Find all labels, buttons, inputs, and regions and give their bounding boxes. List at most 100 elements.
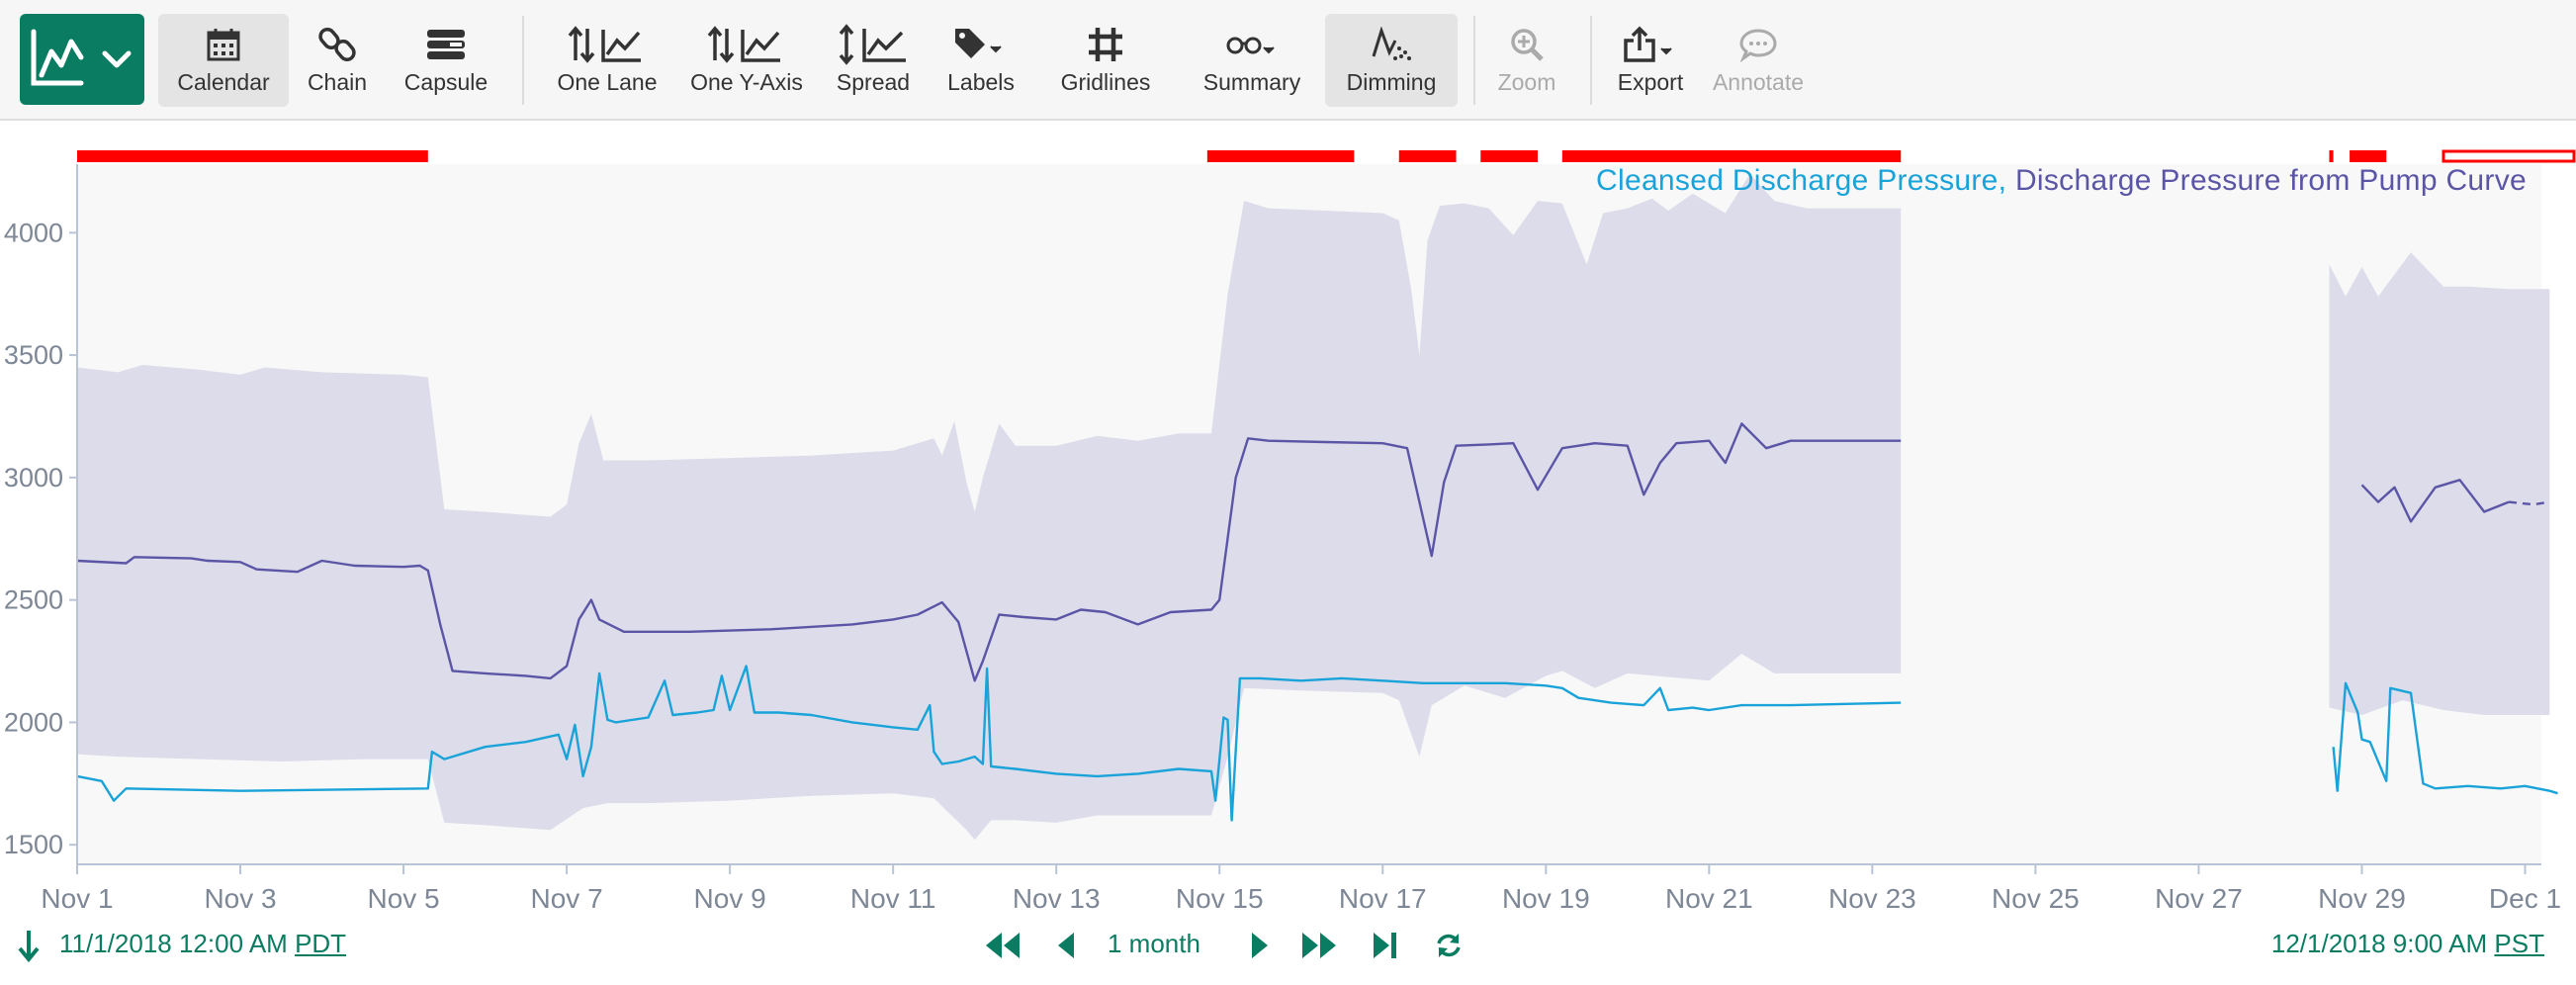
- annotate-icon: [1739, 29, 1777, 62]
- gridlines-label: Gridlines: [1060, 69, 1151, 95]
- export-label: Export: [1617, 69, 1684, 95]
- calendar-icon: [207, 29, 240, 61]
- capsule-marker: [1398, 150, 1457, 162]
- caret-down-icon: [990, 45, 1002, 53]
- labels-button[interactable]: Labels: [933, 0, 1028, 121]
- end-time-display: 12/1/2018 9:00 AM PST: [2271, 929, 2544, 959]
- spread-icon: [839, 24, 906, 65]
- double-arrow-left-icon: [986, 933, 1020, 958]
- x-tick-label: Nov 9: [694, 883, 766, 914]
- y-tick-label: 3000: [4, 463, 63, 492]
- chevron-down-icon: [102, 50, 132, 68]
- x-tick-label: Nov 1: [41, 883, 113, 914]
- pump-curve-range-band: [2329, 252, 2550, 715]
- one-y-axis-button[interactable]: One Y-Axis: [682, 0, 811, 121]
- dimming-label: Dimming: [1346, 69, 1437, 95]
- capsule-marker: [2329, 150, 2334, 162]
- capsule-button[interactable]: Capsule: [392, 0, 500, 121]
- end-timezone-link[interactable]: PST: [2494, 929, 2544, 958]
- start-time[interactable]: 11/1/2018 12:00 AM: [59, 929, 288, 958]
- capsule-marker: [1206, 150, 1355, 162]
- y-tick-label: 2500: [4, 585, 63, 615]
- jump-to-now-button[interactable]: [1369, 926, 1402, 965]
- capsule-icon: [427, 30, 465, 59]
- time-range-footer: 11/1/2018 12:00 AM PDT 1 month 12/1/2018…: [0, 914, 2576, 985]
- calendar-label: Calendar: [177, 69, 270, 95]
- toolbar-divider: [522, 16, 524, 105]
- summary-button[interactable]: Summary: [1191, 0, 1313, 121]
- end-time[interactable]: 12/1/2018 9:00 AM: [2271, 929, 2487, 958]
- zoom-label: Zoom: [1497, 69, 1556, 95]
- toolbar-divider: [1473, 16, 1475, 105]
- x-tick-label: Nov 7: [531, 883, 603, 914]
- start-time-display: 11/1/2018 12:00 AM PDT: [59, 929, 346, 959]
- legend-entry-cleansed: Cleansed Discharge Pressure: [1596, 164, 1999, 197]
- capsule-marker-open: [2442, 149, 2576, 163]
- arrow-left-icon: [1058, 933, 1074, 958]
- capsule-label: Capsule: [403, 69, 489, 95]
- labels-icon: [955, 29, 1002, 58]
- chart-legend: Cleansed Discharge Pressure, Discharge P…: [1596, 164, 2527, 198]
- capsule-marker: [1480, 150, 1539, 162]
- y-tick-label: 3500: [4, 340, 63, 370]
- chain-label: Chain: [307, 69, 368, 95]
- x-tick-label: Nov 25: [1992, 883, 2080, 914]
- labels-label: Labels: [947, 69, 1015, 95]
- gridlines-button[interactable]: Gridlines: [1048, 0, 1163, 121]
- x-tick-label: Nov 17: [1339, 883, 1427, 914]
- x-tick-label: Nov 21: [1665, 883, 1753, 914]
- export-icon: [1624, 26, 1672, 62]
- step-back-half-button[interactable]: [1048, 926, 1084, 965]
- summary-icon: [1226, 37, 1275, 54]
- one-lane-icon: [568, 26, 641, 63]
- one-y-axis-icon: [707, 26, 780, 63]
- line-chart-icon: [31, 29, 132, 86]
- trend-chart[interactable]: 1500 2000 2500 3000 3500 4000 Nov 1 Nov 3 Nov 5 N…: [0, 123, 2576, 914]
- double-arrow-right-icon: [1302, 933, 1336, 958]
- x-tick-label: Dec 1: [2489, 883, 2561, 914]
- one-y-axis-label: One Y-Axis: [690, 69, 803, 95]
- dimming-icon: [1372, 27, 1411, 60]
- y-tick-label: 2000: [4, 707, 63, 737]
- chart-canvas[interactable]: 1500 2000 2500 3000 3500 4000 Nov 1 Nov 3 Nov 5 N…: [0, 123, 2576, 914]
- view-selector-button[interactable]: [20, 14, 144, 105]
- start-timezone-link[interactable]: PDT: [295, 929, 346, 958]
- arrow-down-icon: [18, 931, 40, 962]
- skip-to-end-icon: [1374, 933, 1396, 958]
- capsule-marker: [77, 150, 428, 162]
- zoom-icon: [1511, 29, 1544, 61]
- refresh-icon: [1437, 934, 1461, 957]
- step-back-full-button[interactable]: [979, 926, 1024, 965]
- spread-button[interactable]: Spread: [827, 0, 920, 121]
- x-tick-label: Nov 19: [1502, 883, 1590, 914]
- capsule-marker: [2350, 150, 2387, 162]
- y-tick-label: 4000: [4, 218, 63, 247]
- range-duration[interactable]: 1 month: [1108, 929, 1200, 959]
- export-button[interactable]: Export: [1608, 0, 1693, 121]
- calendar-button[interactable]: Calendar: [158, 14, 289, 107]
- step-forward-full-button[interactable]: [1297, 926, 1343, 965]
- summary-label: Summary: [1202, 69, 1301, 95]
- annotate-button[interactable]: Annotate: [1703, 0, 1814, 121]
- chain-icon: [318, 27, 356, 62]
- legend-separator: ,: [1998, 164, 2015, 197]
- chain-button[interactable]: Chain: [293, 0, 382, 121]
- legend-entry-pump-curve: Discharge Pressure from Pump Curve: [2014, 164, 2527, 197]
- x-tick-label: Nov 15: [1176, 883, 1264, 914]
- capsule-marker: [1561, 150, 1902, 162]
- x-tick-label: Nov 5: [367, 883, 439, 914]
- arrow-right-icon: [1252, 933, 1268, 958]
- x-tick-label: Nov 27: [2155, 883, 2243, 914]
- one-lane-button[interactable]: One Lane: [550, 0, 665, 121]
- x-tick-label: Nov 29: [2318, 883, 2406, 914]
- expand-footer-button[interactable]: [14, 926, 44, 965]
- annotate-label: Annotate: [1712, 69, 1805, 95]
- dimming-button[interactable]: Dimming: [1325, 14, 1458, 107]
- one-lane-label: One Lane: [557, 69, 658, 95]
- zoom-button[interactable]: Zoom: [1487, 0, 1566, 121]
- toolbar: Calendar Chain Capsule One Lane One Y-Ax…: [0, 0, 2576, 121]
- x-tick-label: Nov 23: [1828, 883, 1916, 914]
- refresh-button[interactable]: [1432, 926, 1466, 965]
- x-tick-label: Nov 3: [204, 883, 276, 914]
- step-forward-half-button[interactable]: [1242, 926, 1278, 965]
